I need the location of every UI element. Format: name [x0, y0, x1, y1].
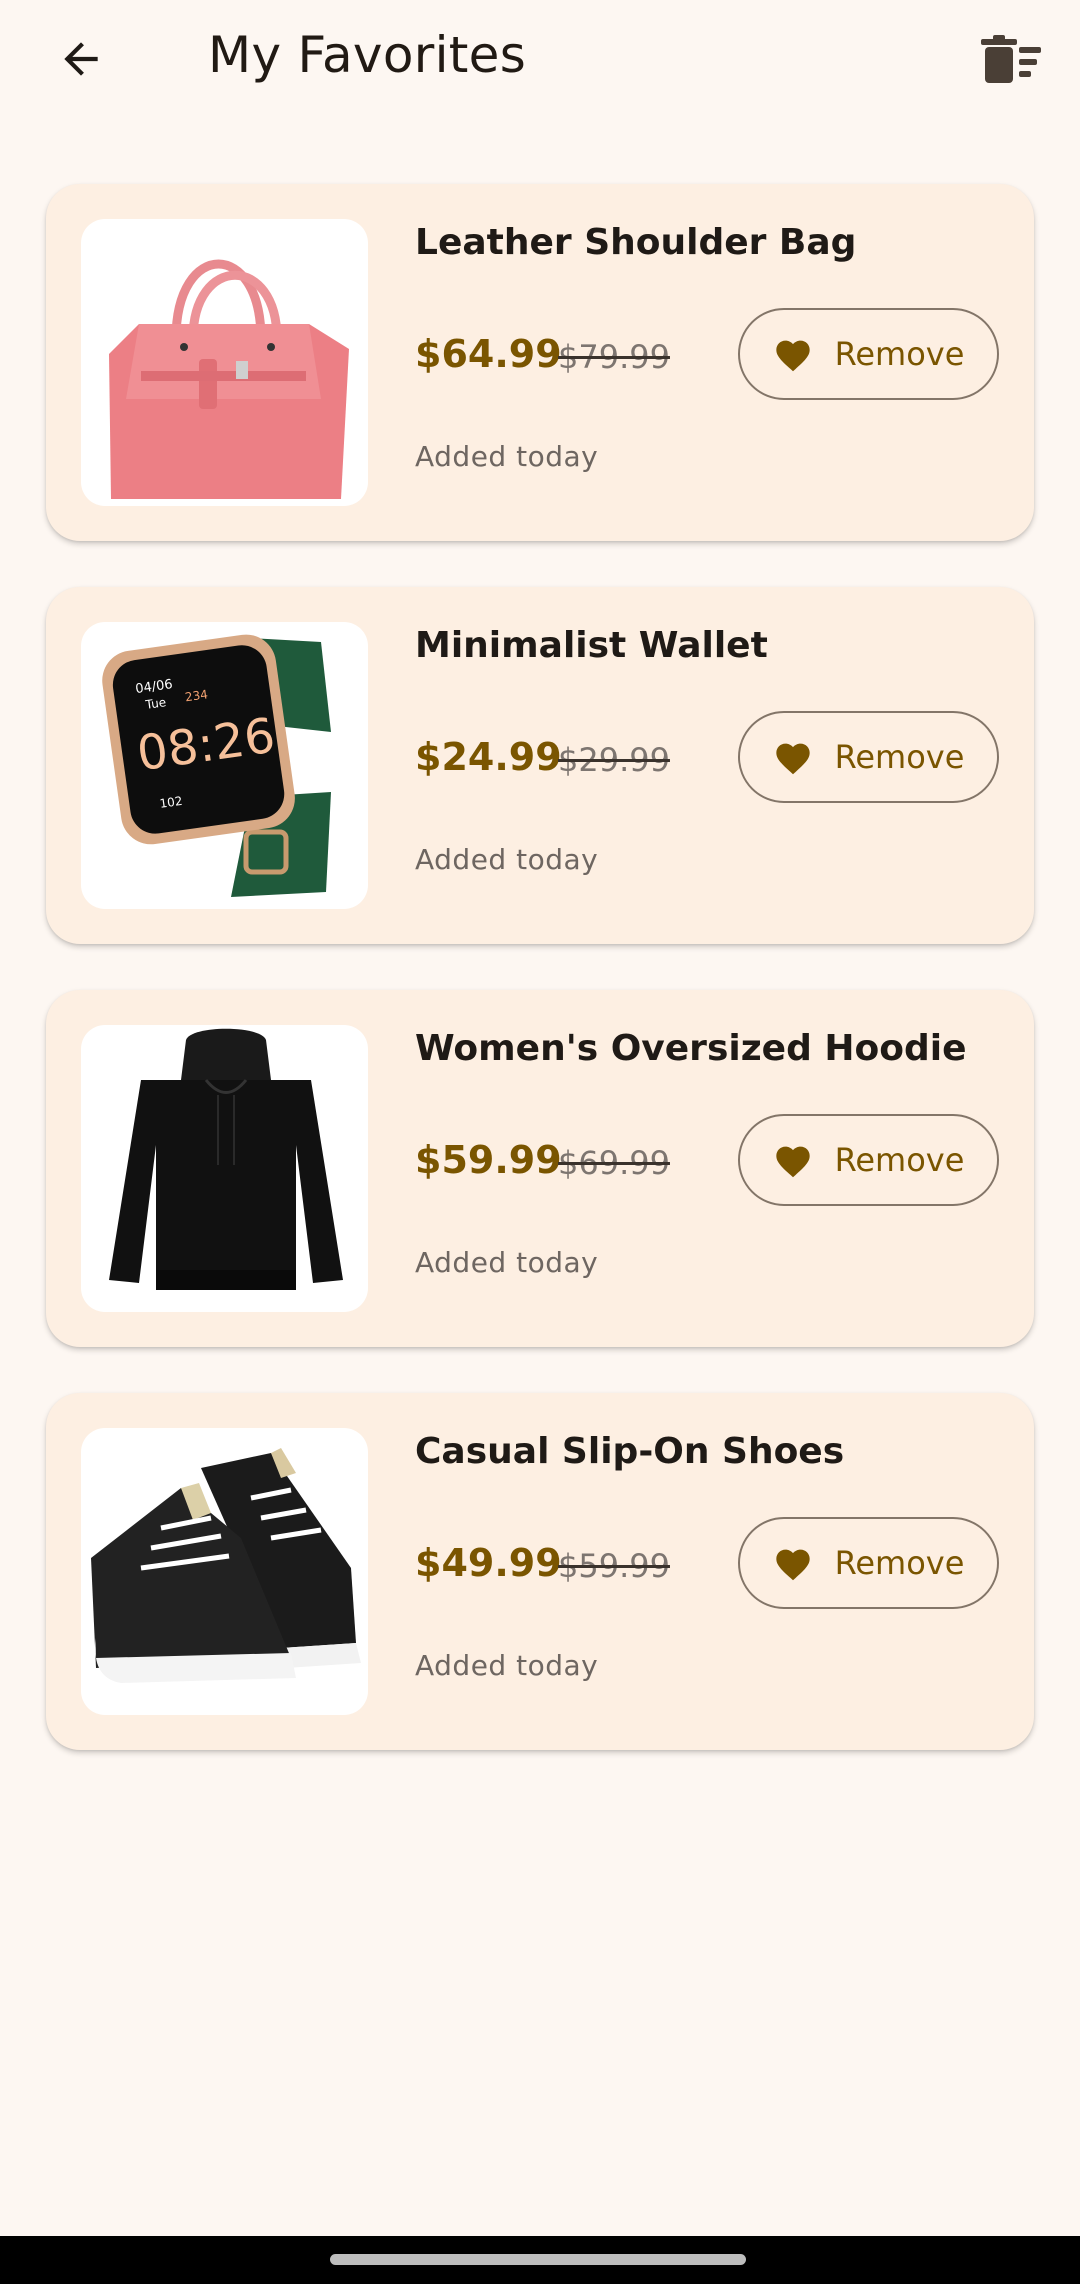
product-price: $59.99 [415, 1138, 562, 1182]
system-navigation-bar [0, 2236, 1080, 2284]
product-price: $24.99 [415, 735, 562, 779]
product-image[interactable] [81, 219, 368, 506]
remove-label: Remove [834, 1141, 965, 1179]
favorite-card[interactable]: 04/06 Tue 234 08:26 102 Minimalist Walle… [46, 587, 1034, 944]
original-price: $79.99 [558, 338, 670, 376]
original-price: $69.99 [558, 1144, 670, 1182]
favorite-card[interactable]: Leather Shoulder Bag $64.99 $79.99 Remov… [46, 184, 1034, 541]
arrow-left-icon [64, 42, 98, 76]
watch-day: Tue [144, 695, 167, 712]
added-date: Added today [415, 843, 599, 876]
heart-icon [775, 340, 810, 372]
remove-button[interactable]: Remove [738, 711, 999, 803]
original-price: $59.99 [558, 1547, 670, 1585]
delete-sweep-icon [981, 35, 1041, 83]
product-name: Casual Slip-On Shoes [415, 1431, 845, 1472]
remove-label: Remove [834, 1544, 965, 1582]
handbag-image [109, 259, 349, 499]
original-price: $29.99 [558, 741, 670, 779]
favorites-list: Leather Shoulder Bag $64.99 $79.99 Remov… [46, 184, 1034, 1796]
added-date: Added today [415, 1649, 599, 1682]
hoodie-image [109, 1028, 343, 1290]
added-date: Added today [415, 1246, 599, 1279]
remove-button[interactable]: Remove [738, 1114, 999, 1206]
heart-icon [775, 1549, 810, 1581]
clear-all-button[interactable] [974, 22, 1050, 98]
product-image[interactable] [81, 1428, 368, 1715]
sneakers-image [91, 1448, 361, 1683]
product-price: $49.99 [415, 1541, 562, 1585]
app-bar: My Favorites [0, 0, 1080, 118]
heart-icon [775, 1146, 810, 1178]
product-name: Minimalist Wallet [415, 625, 768, 666]
heart-icon [775, 743, 810, 775]
product-name: Leather Shoulder Bag [415, 222, 857, 263]
remove-label: Remove [834, 738, 965, 776]
remove-label: Remove [834, 335, 965, 373]
favorite-card[interactable]: Women's Oversized Hoodie $59.99 $69.99 R… [46, 990, 1034, 1347]
page-title: My Favorites [208, 26, 527, 84]
back-button[interactable] [46, 24, 116, 94]
product-image[interactable]: 04/06 Tue 234 08:26 102 [81, 622, 368, 909]
product-image[interactable] [81, 1025, 368, 1312]
home-indicator[interactable] [330, 2254, 746, 2265]
remove-button[interactable]: Remove [738, 308, 999, 400]
favorite-card[interactable]: Casual Slip-On Shoes $49.99 $59.99 Remov… [46, 1393, 1034, 1750]
smartwatch-image: 04/06 Tue 234 08:26 102 [102, 634, 331, 897]
product-name: Women's Oversized Hoodie [415, 1028, 967, 1069]
added-date: Added today [415, 440, 599, 473]
product-price: $64.99 [415, 332, 562, 376]
remove-button[interactable]: Remove [738, 1517, 999, 1609]
